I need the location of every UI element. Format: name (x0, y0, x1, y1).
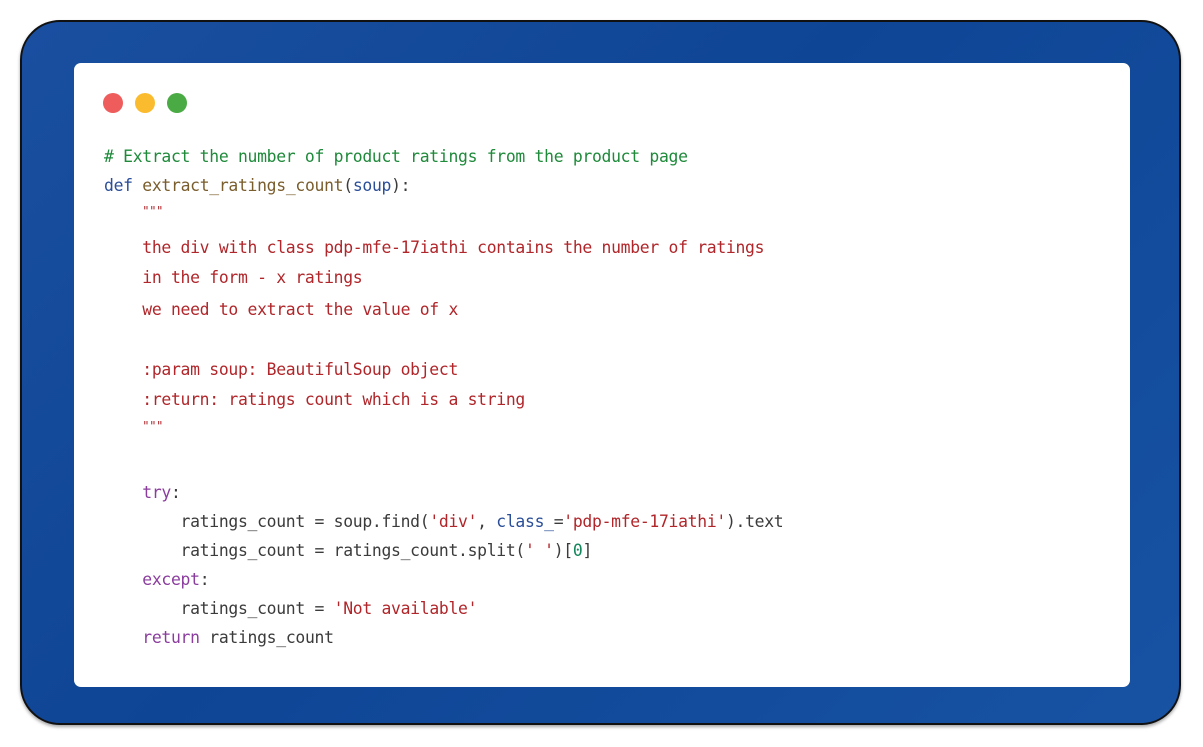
code-token-plain: ): (391, 176, 411, 195)
code-token-kw: def (104, 176, 133, 195)
code-token-str: """ (142, 419, 164, 433)
code-token-plain: ] (582, 541, 593, 560)
code-token-str: """ (142, 204, 164, 218)
code-token-plain: : (171, 483, 181, 502)
code-line: ratings_count = ratings_count.split(' ')… (104, 539, 593, 563)
code-line: return ratings_count (104, 626, 334, 650)
code-token-str: 'pdp-mfe-17iathi' (563, 512, 726, 531)
code-token-ctrl: except (142, 570, 200, 589)
close-window-icon[interactable] (103, 93, 123, 113)
code-line: in the form - x ratings (104, 266, 362, 290)
code-token-plain: ratings_count = soup.find( (104, 512, 430, 531)
code-line: def extract_ratings_count(soup): (104, 174, 411, 198)
code-token-plain: = (553, 512, 564, 531)
code-token-ctrl: try (142, 483, 171, 502)
code-line: we need to extract the value of x (104, 298, 458, 322)
minimize-window-icon[interactable] (135, 93, 155, 113)
code-token-str: the div with class pdp-mfe-17iathi conta… (104, 238, 765, 257)
code-token-str: 'div' (429, 512, 478, 531)
code-line: try: (104, 481, 181, 505)
code-token-plain: ratings_count = ratings_count.split( (104, 541, 526, 560)
code-token-plain: ratings_count = (104, 599, 334, 618)
code-token-plain: , (477, 512, 497, 531)
code-line: """ (104, 413, 163, 437)
code-token-plain: ratings_count (199, 628, 334, 647)
code-token-plain: : (199, 570, 210, 589)
code-line: """ (104, 198, 163, 222)
code-line: the div with class pdp-mfe-17iathi conta… (104, 236, 764, 260)
code-token-plain: ).text (725, 512, 784, 531)
code-token-num: 0 (572, 541, 583, 560)
code-token-str: we need to extract the value of x (104, 300, 459, 319)
code-token-plain: ( (343, 176, 353, 195)
code-line: ratings_count = 'Not available' (104, 597, 478, 621)
code-token-str: in the form - x ratings (104, 268, 363, 287)
code-line: # Extract the number of product ratings … (104, 145, 688, 169)
code-token-comment: # Extract the number of product ratings … (104, 147, 688, 166)
code-token-str: :return: ratings count which is a string (104, 390, 525, 409)
maximize-window-icon[interactable] (167, 93, 187, 113)
code-token-str: ' ' (525, 541, 554, 560)
code-line: except: (104, 568, 209, 592)
code-token-ctrl: return (142, 628, 200, 647)
code-line: :return: ratings count which is a string (104, 388, 525, 412)
code-token-param: soup (352, 176, 392, 195)
code-token-str: :param soup: BeautifulSoup object (104, 360, 459, 379)
code-token-str: 'Not available' (333, 599, 478, 618)
code-line: ratings_count = soup.find('div', class_=… (104, 510, 784, 534)
code-line: :param soup: BeautifulSoup object (104, 358, 458, 382)
code-token-param: class_ (496, 512, 554, 531)
code-token-fn: extract_ratings_count (142, 176, 344, 195)
code-token-plain: )[ (553, 541, 573, 560)
